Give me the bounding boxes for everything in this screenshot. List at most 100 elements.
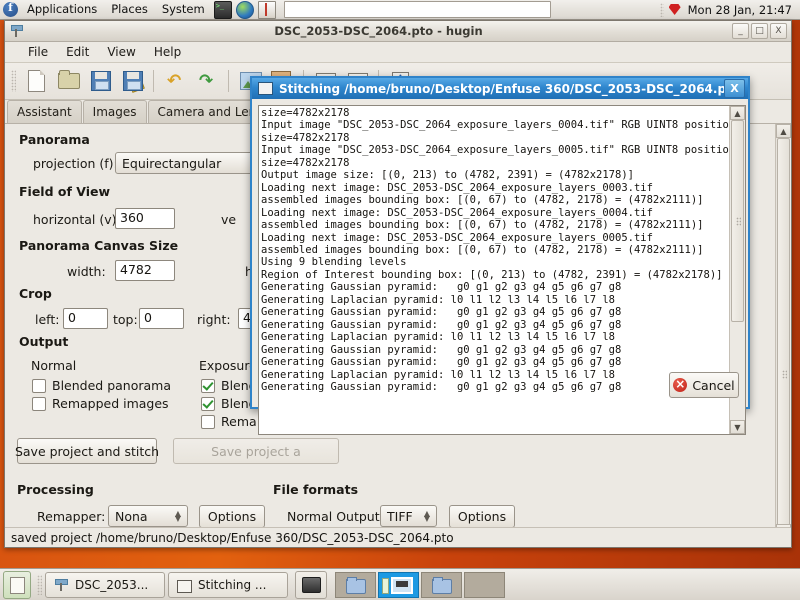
taskbar-terminal-icon[interactable] [295, 570, 327, 599]
canvas-group-label: Panorama Canvas Size [19, 238, 179, 253]
log-line: Generating Gaussian pyramid: g0 g1 g2 g3… [261, 356, 622, 369]
menu-help[interactable]: Help [145, 43, 190, 61]
undo-icon[interactable]: ↶ [160, 66, 190, 96]
dialog-app-icon [258, 82, 273, 95]
crop-top-label: top: [113, 312, 138, 327]
tasklist-grip[interactable] [37, 574, 42, 595]
dialog-title-text: Stitching /home/bruno/Desktop/Enfuse 360… [279, 81, 724, 96]
remapper-options-button[interactable]: Options [199, 505, 265, 528]
log-line: Loading next image: DSC_2053-DSC_2064_ex… [261, 181, 653, 194]
log-line: Input image "DSC_2053-DSC_2064_exposure_… [261, 119, 729, 132]
workspace-3[interactable] [421, 571, 462, 598]
stitcher-scrollbar[interactable]: ▲ ▼ [775, 124, 791, 538]
hugin-title-text: DSC_2053-DSC_2064.pto - hugin [274, 24, 483, 38]
panel-grip[interactable] [659, 2, 664, 17]
tab-assistant[interactable]: Assistant [7, 100, 82, 123]
scroll-up-arrow-icon[interactable]: ▲ [776, 124, 791, 138]
hugin-icon [54, 578, 69, 592]
normal-output-options-button[interactable]: Options [449, 505, 515, 528]
vertical-fov-label: ve [221, 212, 237, 227]
projection-label: projection (f): [33, 156, 118, 171]
fov-group-label: Field of View [19, 184, 111, 199]
taskbar-item-stitching[interactable]: Stitching ... [168, 571, 288, 598]
help-icon[interactable] [257, 0, 276, 19]
new-project-icon[interactable] [21, 66, 51, 96]
workspace-2[interactable] [378, 571, 419, 598]
canvas-width-input[interactable]: 4782 [115, 260, 175, 281]
checkbox-exposure-remapped[interactable]: Rema [201, 414, 257, 429]
checkbox-box [201, 396, 215, 411]
hugin-window-controls: _ □ X [730, 23, 791, 39]
output-group-label: Output [19, 334, 69, 349]
processing-group-label: Processing [17, 482, 94, 497]
log-line: Region of Interest bounding box: [(0, 21… [261, 268, 723, 281]
taskbar-item-hugin[interactable]: DSC_2053... [45, 571, 165, 598]
maximize-button[interactable]: □ [751, 23, 768, 39]
checkbox-exposure-blended-2[interactable]: Blend [201, 396, 257, 411]
minimize-button[interactable]: _ [732, 23, 749, 39]
dialog-titlebar[interactable]: Stitching /home/bruno/Desktop/Enfuse 360… [252, 78, 748, 99]
log-line: Input image "DSC_2053-DSC_2064_exposure_… [261, 144, 729, 157]
log-line: Using 9 blending levels [261, 256, 407, 269]
save-project-icon[interactable] [85, 66, 115, 96]
canvas-width-label: width: [67, 264, 106, 279]
remapper-select[interactable]: Nona ▲ ▼ [108, 505, 188, 527]
menu-file[interactable]: File [19, 43, 57, 61]
log-line: Generating Gaussian pyramid: g0 g1 g2 g3… [261, 306, 622, 319]
save-project-as-icon[interactable] [117, 66, 147, 96]
save-project-and-stitch-button[interactable]: Save project and stitch [15, 438, 159, 464]
tab-images[interactable]: Images [82, 100, 147, 123]
bottom-panel: DSC_2053... Stitching ... [0, 568, 800, 600]
log-scrollbar-thumb[interactable] [731, 120, 744, 322]
log-scroll-up-arrow-icon[interactable]: ▲ [730, 106, 745, 120]
checkbox-blended-panorama[interactable]: Blended panorama [32, 378, 171, 393]
dialog-close-button[interactable]: X [724, 79, 745, 98]
hugin-menubar: File Edit View Help [5, 42, 791, 63]
ruby-gem-icon[interactable] [668, 2, 683, 17]
cancel-button[interactable]: Cancel [669, 372, 739, 398]
stitching-dialog: Stitching /home/bruno/Desktop/Enfuse 360… [250, 76, 750, 435]
panel-search-input[interactable] [283, 1, 551, 18]
panel-clock[interactable]: Mon 28 Jan, 21:47 [688, 3, 800, 17]
crop-top-input[interactable]: 0 [139, 308, 184, 329]
toolbar-grip[interactable] [11, 70, 16, 92]
workspace-1[interactable] [335, 571, 376, 598]
normal-output-select[interactable]: TIFF ▲ ▼ [380, 505, 437, 527]
terminal-icon[interactable] [213, 0, 232, 19]
panel-menu-places[interactable]: Places [104, 0, 155, 19]
horizontal-fov-label: horizontal (v): [33, 212, 121, 227]
log-line: Generating Gaussian pyramid: g0 g1 g2 g3… [261, 318, 622, 331]
open-project-icon[interactable] [53, 66, 83, 96]
output-exposure-label: Exposure [199, 358, 257, 373]
log-line: assembled images bounding box: [(0, 67) … [261, 194, 704, 207]
log-text-area[interactable]: size=4782x2178 Input image "DSC_2053-DSC_… [259, 106, 729, 434]
hugin-titlebar[interactable]: DSC_2053-DSC_2064.pto - hugin _ □ X [5, 21, 791, 42]
horizontal-fov-input[interactable]: 360 [115, 208, 175, 229]
menu-view[interactable]: View [98, 43, 144, 61]
log-line: size=4782x2178 [261, 107, 350, 119]
menu-edit[interactable]: Edit [57, 43, 98, 61]
panel-menu-system[interactable]: System [155, 0, 212, 19]
log-line: Generating Gaussian pyramid: g0 g1 g2 g3… [261, 380, 622, 393]
remapper-label: Remapper: [37, 509, 106, 524]
crop-group-label: Crop [19, 286, 52, 301]
log-line: Generating Laplacian pyramid: l0 l1 l2 l… [261, 331, 616, 344]
workspace-4[interactable] [464, 571, 505, 598]
fedora-logo-icon[interactable] [3, 1, 18, 17]
normal-output-label: Normal Output: [287, 509, 384, 524]
log-line: Generating Laplacian pyramid: l0 l1 l2 l… [261, 293, 616, 306]
toolbar-separator [153, 70, 154, 92]
checkbox-box [32, 378, 46, 393]
close-button[interactable]: X [770, 23, 787, 39]
show-desktop-icon[interactable] [3, 570, 31, 599]
taskbar-item-label: DSC_2053... [75, 577, 149, 592]
checkbox-remapped-images[interactable]: Remapped images [32, 396, 169, 411]
panel-menu-applications[interactable]: Applications [20, 0, 104, 19]
web-browser-icon[interactable] [235, 0, 254, 19]
normal-output-value: TIFF [387, 508, 413, 524]
crop-left-input[interactable]: 0 [63, 308, 108, 329]
checkbox-exposure-blended-1[interactable]: Blend [201, 378, 257, 393]
log-scroll-down-arrow-icon[interactable]: ▼ [730, 420, 745, 434]
redo-icon[interactable]: ↷ [192, 66, 222, 96]
scrollbar-thumb[interactable] [777, 138, 790, 538]
